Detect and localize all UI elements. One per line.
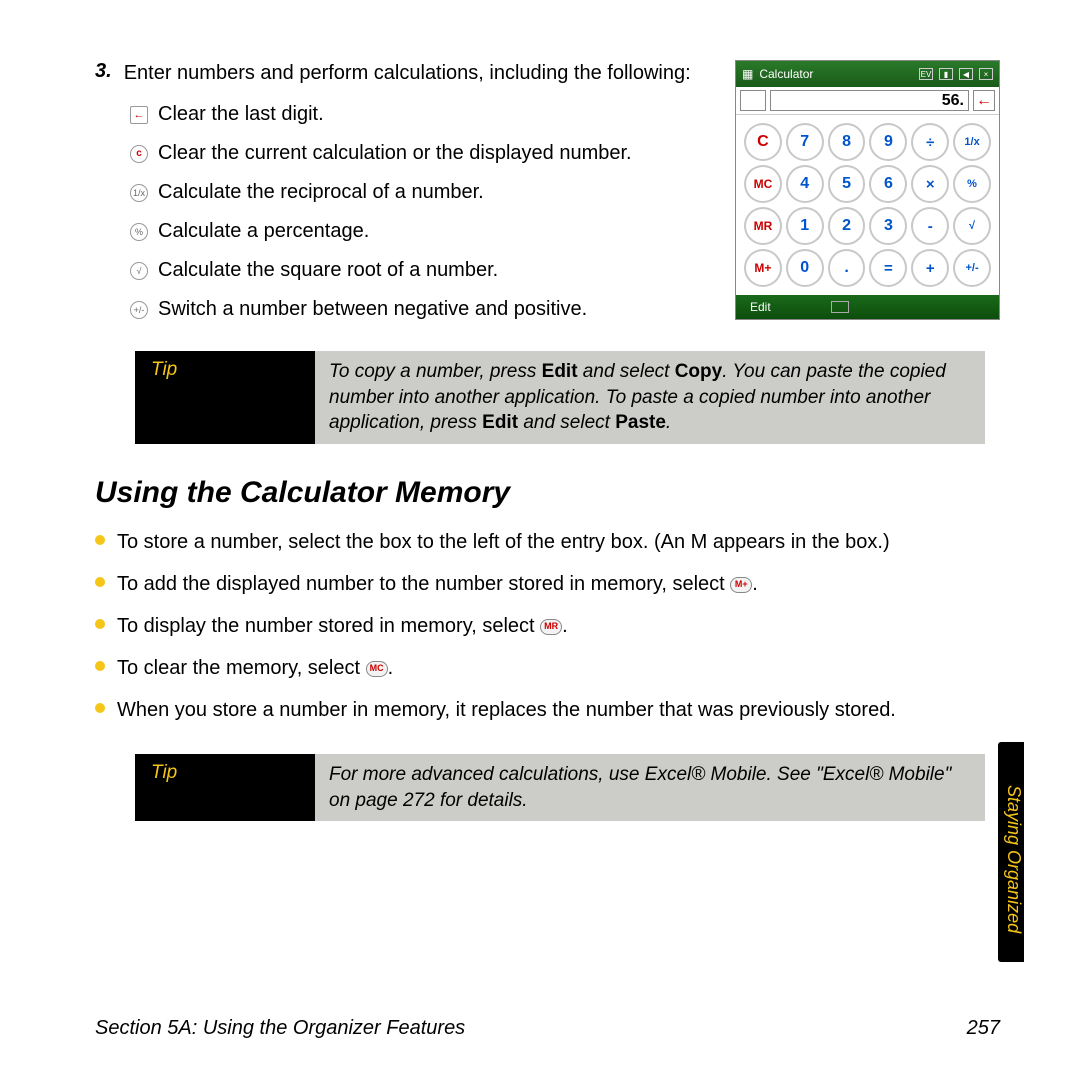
calc-key: 8 — [828, 123, 866, 161]
calc-key: 6 — [869, 165, 907, 203]
sub-item: % Calculate a percentage. — [130, 220, 705, 243]
calc-edit-menu: Edit — [750, 300, 771, 314]
function-icon: 1/x — [130, 184, 148, 202]
calc-key: 1 — [786, 207, 824, 245]
calc-key: . — [828, 249, 866, 287]
function-icon: +/- — [130, 301, 148, 319]
tip-body: To copy a number, press Edit and select … — [315, 351, 985, 444]
calc-key: ÷ — [911, 123, 949, 161]
mr-icon: MR — [540, 619, 562, 635]
calc-key: 9 — [869, 123, 907, 161]
calc-key: × — [911, 165, 949, 203]
calc-key: = — [869, 249, 907, 287]
list-item: To add the displayed number to the numbe… — [95, 570, 1000, 598]
calc-key: + — [911, 249, 949, 287]
calc-bottombar: Edit — [736, 295, 999, 319]
tip-box-1: Tip To copy a number, press Edit and sel… — [135, 351, 985, 444]
side-tab: Staying Organized — [998, 742, 1024, 962]
function-icon: ← — [130, 106, 148, 124]
calc-key: C — [744, 123, 782, 161]
calc-key: MC — [744, 165, 782, 203]
footer-section: Section 5A: Using the Organizer Features — [95, 1017, 465, 1040]
calc-backspace: ← — [973, 90, 995, 111]
sub-item: ← Clear the last digit. — [130, 103, 705, 126]
calc-key: - — [911, 207, 949, 245]
sub-item-text: Calculate a percentage. — [158, 220, 369, 243]
sub-item-text: Calculate the reciprocal of a number. — [158, 181, 484, 204]
footer-page: 257 — [967, 1017, 1000, 1040]
calc-key: M+ — [744, 249, 782, 287]
sub-item-text: Switch a number between negative and pos… — [158, 298, 587, 321]
page-footer: Section 5A: Using the Organizer Features… — [95, 1017, 1000, 1040]
sub-item-text: Clear the current calculation or the dis… — [158, 142, 632, 165]
sub-item-text: Clear the last digit. — [158, 103, 324, 126]
calc-titlebar: ▦ Calculator EV ▮ ◀ × — [736, 61, 999, 87]
bullet-icon — [95, 661, 105, 671]
step-text: Enter numbers and perform calculations, … — [124, 60, 691, 87]
list-item: To display the number stored in memory, … — [95, 612, 1000, 640]
calc-title: Calculator — [759, 67, 813, 81]
section-heading: Using the Calculator Memory — [95, 476, 1000, 510]
signal-icon: ▮ — [939, 68, 953, 80]
calc-key: 0 — [786, 249, 824, 287]
calc-key: 4 — [786, 165, 824, 203]
tip-box-2: Tip For more advanced calculations, use … — [135, 754, 985, 821]
calc-key: +/- — [953, 249, 991, 287]
status-icon: EV — [919, 68, 933, 80]
function-icon: c — [130, 145, 148, 163]
calc-keypad: C789÷1/x MC456×% MR123-√ M+0.=++/- — [736, 115, 999, 295]
bullet-icon — [95, 577, 105, 587]
keyboard-icon — [831, 301, 849, 313]
tip-label: Tip — [135, 754, 315, 821]
list-item: To clear the memory, select MC. — [95, 654, 1000, 682]
function-icon: √ — [130, 262, 148, 280]
close-icon: × — [979, 68, 993, 80]
calc-key: MR — [744, 207, 782, 245]
tip-label: Tip — [135, 351, 315, 444]
calc-key: √ — [953, 207, 991, 245]
sub-item: √ Calculate the square root of a number. — [130, 259, 705, 282]
sub-item: 1/x Calculate the reciprocal of a number. — [130, 181, 705, 204]
calc-key: 2 — [828, 207, 866, 245]
m-plus-icon: M+ — [730, 577, 752, 593]
calc-key: % — [953, 165, 991, 203]
volume-icon: ◀ — [959, 68, 973, 80]
list-item: When you store a number in memory, it re… — [95, 696, 1000, 724]
memory-bullet-list: To store a number, select the box to the… — [95, 528, 1000, 724]
mc-icon: MC — [366, 661, 388, 677]
calc-key: 7 — [786, 123, 824, 161]
step-number: 3. — [95, 60, 112, 87]
calc-display: 56. — [770, 90, 969, 111]
list-item: To store a number, select the box to the… — [95, 528, 1000, 556]
bullet-icon — [95, 703, 105, 713]
calc-key: 1/x — [953, 123, 991, 161]
function-icon: % — [130, 223, 148, 241]
sub-item: c Clear the current calculation or the di… — [130, 142, 705, 165]
calculator-screenshot: ▦ Calculator EV ▮ ◀ × 56. ← C789÷1/xMC45… — [735, 60, 1000, 320]
start-icon: ▦ — [742, 67, 753, 81]
calc-memory-box — [740, 90, 766, 111]
calc-key: 5 — [828, 165, 866, 203]
calc-key: 3 — [869, 207, 907, 245]
sub-item-text: Calculate the square root of a number. — [158, 259, 498, 282]
bullet-icon — [95, 535, 105, 545]
tip-body: For more advanced calculations, use Exce… — [315, 754, 985, 821]
bullet-icon — [95, 619, 105, 629]
sub-item: +/- Switch a number between negative and … — [130, 298, 705, 321]
